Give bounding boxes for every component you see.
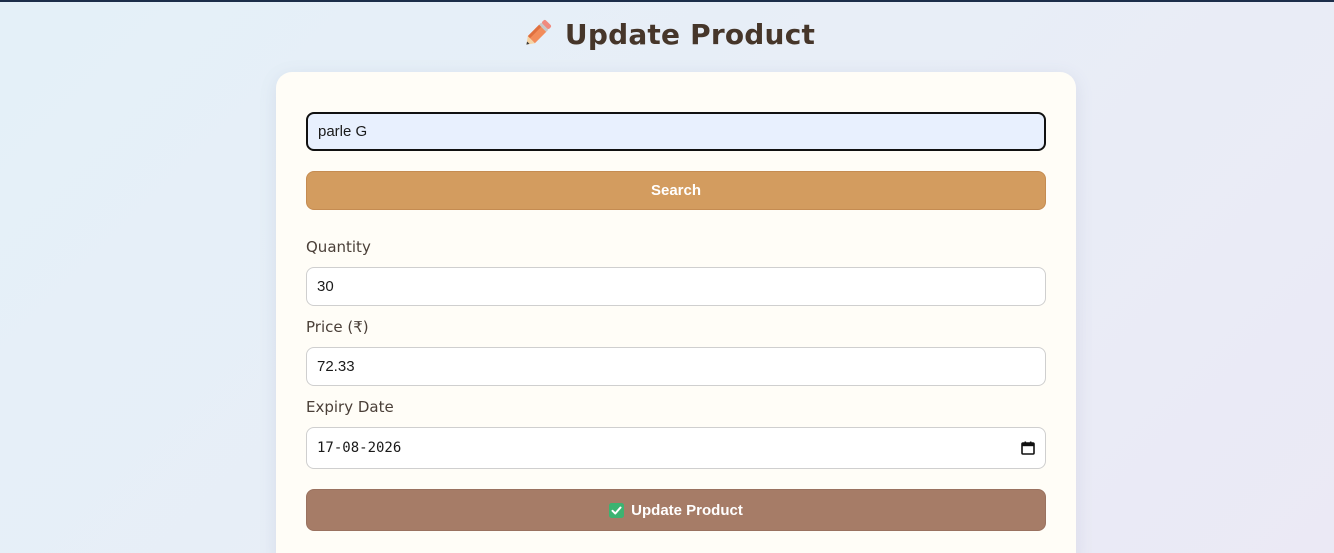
expiry-date-label: Expiry Date <box>306 398 394 416</box>
page-header: Update Product <box>0 14 1334 54</box>
quantity-label: Quantity <box>306 238 371 256</box>
search-button[interactable]: Search <box>306 171 1046 210</box>
price-label: Price (₹) <box>306 318 369 336</box>
pencil-icon <box>519 16 555 52</box>
search-input-value: parle G <box>318 123 368 140</box>
price-input[interactable]: 72.33 <box>306 347 1046 386</box>
price-input-value: 72.33 <box>317 358 355 375</box>
update-product-button[interactable]: Update Product <box>306 489 1046 531</box>
page-title: Update Product <box>564 17 816 51</box>
calendar-icon[interactable] <box>1021 441 1035 455</box>
update-product-card: parle G Search Quantity 30 Price (₹) 72.… <box>276 72 1076 553</box>
check-mark-icon <box>609 502 625 518</box>
update-product-button-label: Update Product <box>631 501 743 519</box>
search-button-label: Search <box>650 182 702 199</box>
quantity-input-value: 30 <box>317 278 334 295</box>
expiry-date-value: 17-08-2026 <box>317 440 402 456</box>
quantity-input[interactable]: 30 <box>306 267 1046 306</box>
window-top-border <box>0 0 1334 2</box>
expiry-date-input[interactable]: 17-08-2026 <box>306 427 1046 469</box>
search-input[interactable]: parle G <box>306 112 1046 151</box>
